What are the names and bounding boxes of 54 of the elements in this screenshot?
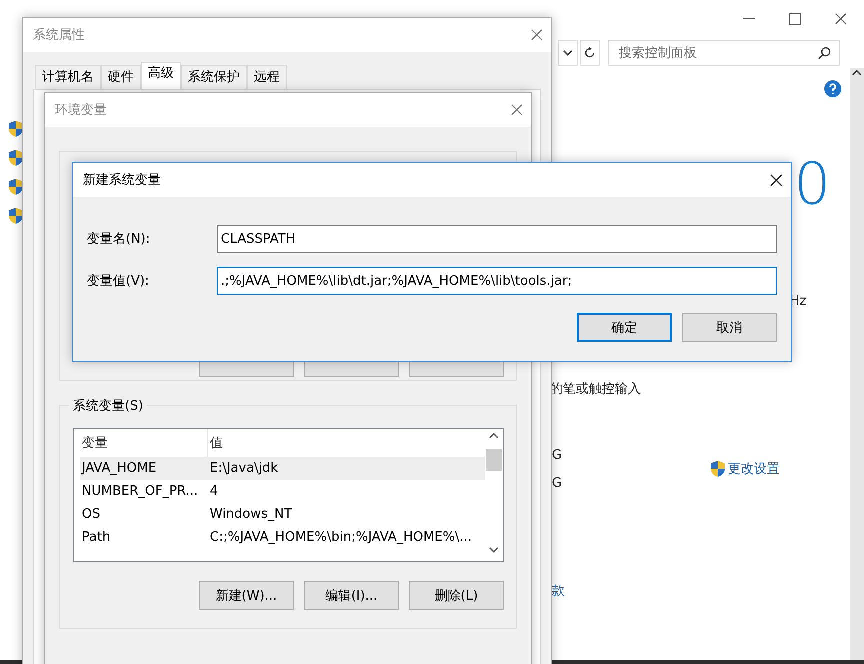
table-cell-text: Path [81,530,112,545]
variable-row[interactable]: Path C:;%JAVA_HOME%\bin;%JAVA_HOME%\... [80,526,485,549]
variable-button[interactable]: 编辑(I)... [304,581,399,610]
dialog-button[interactable]: 确定 [577,313,672,342]
window-title: 环境变量 [55,102,107,119]
table-cell-text: OS [81,507,102,522]
table-cell-text: JAVA_HOME [80,461,158,476]
shield-icon [8,207,24,225]
link-text[interactable]: 款 [552,584,850,600]
system-info-text: G [552,448,564,464]
variable-row[interactable]: OS Windows_NT [80,503,485,526]
group-label: 系统变量(S) [69,397,148,415]
windows-version-text: 0 [794,154,832,214]
tab[interactable]: 系统保护 [181,65,247,89]
system-info-text: G [552,476,564,492]
scroll-up-icon[interactable] [489,433,499,439]
help-icon[interactable] [824,80,842,98]
scroll-up-icon[interactable] [852,70,862,76]
field-label: 变量值(V): [87,273,150,290]
variable-row[interactable]: JAVA_HOME E:\Java\jdk [80,457,485,480]
variable-row[interactable]: NUMBER_OF_PR... 4 [80,480,485,503]
scrollbar-thumb[interactable] [486,449,502,471]
variable-button[interactable]: 删除(L) [409,581,504,610]
close-icon[interactable] [770,174,783,186]
shield-icon [8,120,24,138]
tab[interactable]: 远程 [247,65,287,89]
tab[interactable]: 硬件 [101,65,141,89]
dialog-button[interactable]: 取消 [682,313,777,342]
table-cell-text: 4 [209,484,220,499]
shield-icon [710,460,726,478]
field-label: 变量名(N): [87,231,152,248]
text-field[interactable]: .;%JAVA_HOME%\lib\dt.jar;%JAVA_HOME%\lib\tools.jar; [217,267,777,295]
table-cell-text: NUMBER_OF_PR... [81,484,200,499]
tab[interactable]: 计算机名 [35,65,101,89]
table-cell-text: Windows_NT [209,507,294,522]
scroll-down-icon[interactable] [489,547,499,553]
close-icon[interactable] [835,13,847,25]
variable-button[interactable]: 新建(W)... [199,581,294,610]
shield-icon [8,149,24,167]
text-field[interactable]: CLASSPATH [217,225,777,253]
window-title: 系统属性 [33,27,85,44]
dialog-title: 新建系统变量 [83,172,161,189]
refresh-icon[interactable] [580,40,600,66]
tab[interactable]: 高级 [141,62,181,89]
shield-icon [8,178,24,196]
change-settings-link[interactable]: 更改设置 [710,460,780,478]
minimize-icon[interactable] [743,18,755,20]
search-field[interactable]: 搜索控制面板 [608,40,840,66]
table-cell-text: E:\Java\jdk [209,461,280,476]
table-cell-text: C:;%JAVA_HOME%\bin;%JAVA_HOME%\... [209,530,474,545]
search-icon [818,46,831,60]
maximize-icon[interactable] [789,13,801,25]
dropdown-icon[interactable] [558,40,578,66]
column-header[interactable]: 值 [208,429,485,457]
